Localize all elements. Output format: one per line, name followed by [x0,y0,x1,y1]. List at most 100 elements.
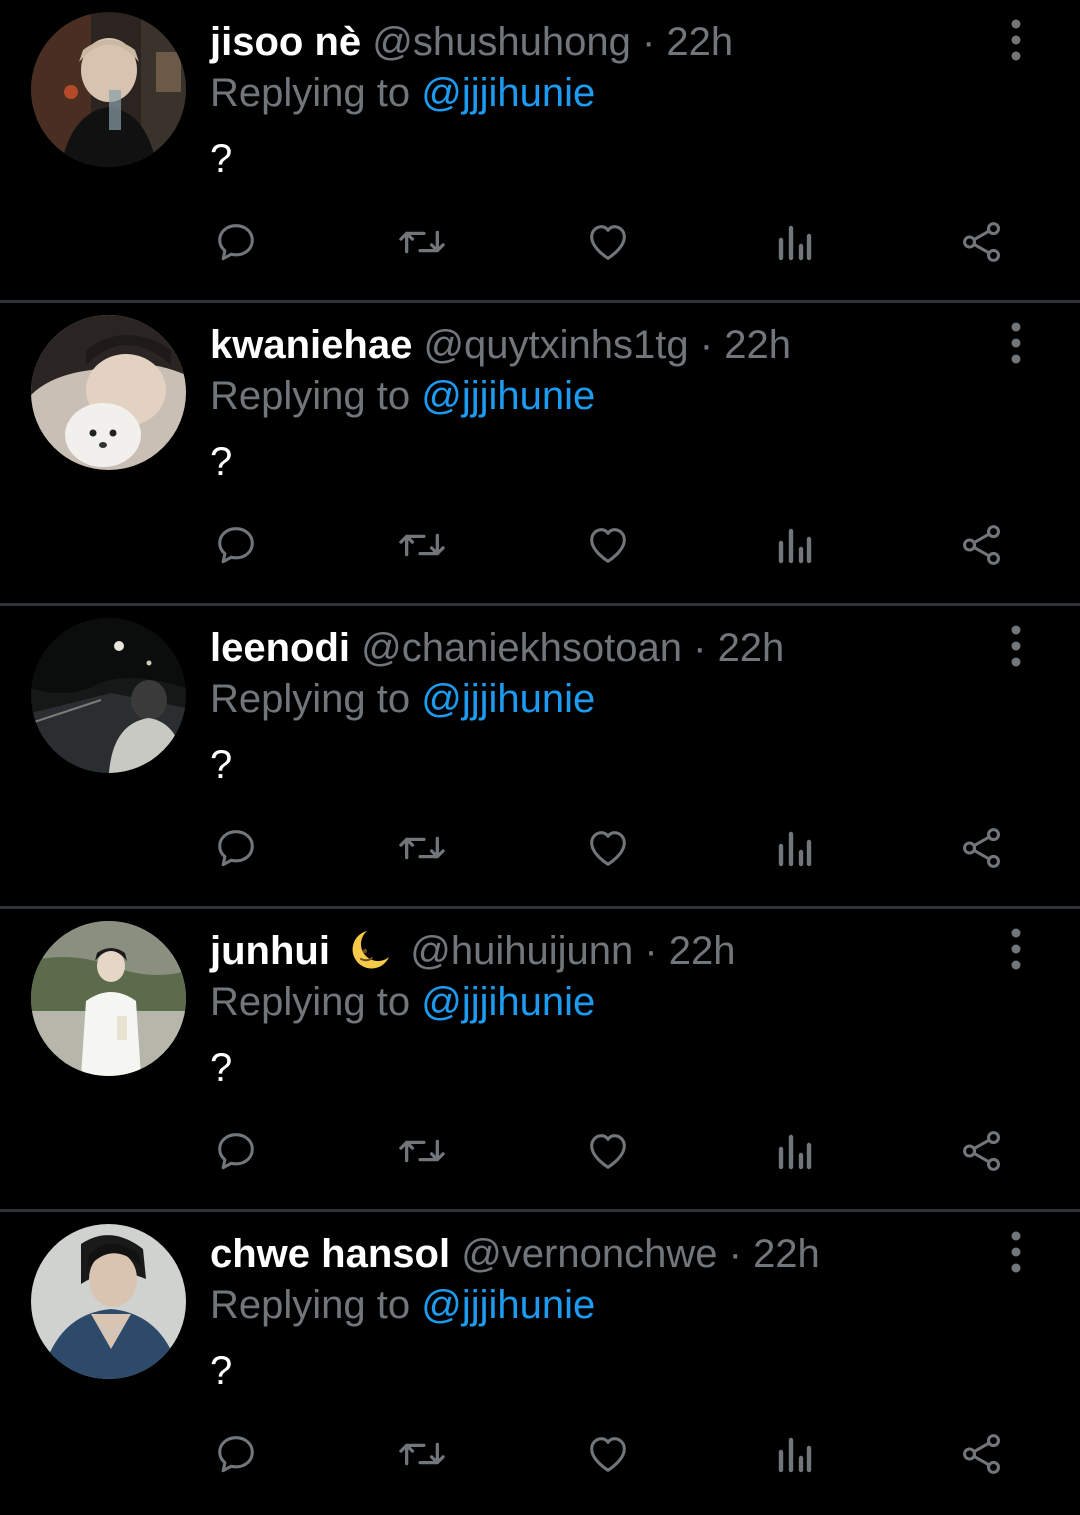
more-vertical-icon [1011,625,1021,667]
replying-to-label: Replying to [210,1283,411,1327]
replying-to-label: Replying to [210,71,411,115]
user-handle[interactable]: @chaniekhsotoan [361,626,682,670]
more-options-button[interactable] [996,1228,1036,1276]
retweet-button[interactable] [397,1429,447,1479]
share-icon [963,1131,1001,1171]
retweet-button[interactable] [397,823,447,873]
tweet-item[interactable]: chwe hansol @vernonchwe · 22h Replying t… [0,1212,1080,1515]
timestamp[interactable]: 22h [724,323,791,367]
views-button[interactable] [770,823,820,873]
retweet-icon [399,533,445,557]
reply-feed: jisoo nè @shushuhong · 22h Replying to @… [0,0,1080,1492]
timestamp[interactable]: 22h [669,929,736,973]
tweet-item[interactable]: junhui @huihuijunn · 22h Replying to @jj… [0,909,1080,1212]
views-button[interactable] [770,1429,820,1479]
views-icon [778,528,812,564]
views-icon [778,225,812,261]
display-name[interactable]: junhui [210,929,330,973]
views-button[interactable] [770,520,820,570]
avatar-photo [31,315,186,470]
reply-mention-link[interactable]: @jjjihunie [421,374,595,418]
display-name[interactable]: kwaniehae [210,323,412,367]
tweet-header: jisoo nè @shushuhong · 22h [210,16,733,68]
user-handle[interactable]: @shushuhong [372,20,631,64]
like-button[interactable] [583,823,633,873]
tweet-header: leenodi @chaniekhsotoan · 22h [210,622,784,674]
views-button[interactable] [770,1126,820,1176]
like-button[interactable] [583,217,633,267]
retweet-button[interactable] [397,520,447,570]
action-bar [0,217,1080,267]
action-bar [0,1429,1080,1479]
timestamp[interactable]: 22h [753,1232,820,1276]
share-button[interactable] [957,823,1007,873]
reply-mention-link[interactable]: @jjjihunie [421,71,595,115]
reply-button[interactable] [211,1429,261,1479]
more-options-button[interactable] [996,925,1036,973]
reply-button[interactable] [211,1126,261,1176]
avatar[interactable] [31,921,186,1076]
more-options-button[interactable] [996,622,1036,670]
action-bar [0,520,1080,570]
reply-mention-link[interactable]: @jjjihunie [421,1283,595,1327]
action-bar [0,823,1080,873]
avatar-photo [31,1224,186,1379]
replying-to-label: Replying to [210,677,411,721]
user-handle[interactable]: @huihuijunn [410,929,633,973]
reply-button[interactable] [211,520,261,570]
avatar[interactable] [31,315,186,470]
retweet-icon [399,1139,445,1163]
share-button[interactable] [957,1126,1007,1176]
retweet-icon [399,230,445,254]
avatar-photo [31,12,186,167]
reply-mention-link[interactable]: @jjjihunie [421,980,595,1024]
views-button[interactable] [770,217,820,267]
reply-icon [218,224,254,261]
avatar[interactable] [31,618,186,773]
display-name[interactable]: leenodi [210,626,350,670]
like-button[interactable] [583,1429,633,1479]
replying-to-label: Replying to [210,980,411,1024]
heart-icon [590,831,626,866]
display-name[interactable]: chwe hansol [210,1232,450,1276]
timestamp[interactable]: 22h [666,20,733,64]
reply-icon [218,1133,254,1170]
tweet-item[interactable]: leenodi @chaniekhsotoan · 22h Replying t… [0,606,1080,909]
tweet-item[interactable]: kwaniehae @quytxinhs1tg · 22h Replying t… [0,303,1080,606]
reply-button[interactable] [211,217,261,267]
replying-to: Replying to @jjjihunie [210,673,595,725]
like-button[interactable] [583,520,633,570]
reply-icon [218,1436,254,1473]
reply-mention-link[interactable]: @jjjihunie [421,677,595,721]
retweet-button[interactable] [397,1126,447,1176]
user-handle[interactable]: @quytxinhs1tg [423,323,688,367]
avatar[interactable] [31,12,186,167]
tweet-item[interactable]: jisoo nè @shushuhong · 22h Replying to @… [0,0,1080,303]
user-handle[interactable]: @vernonchwe [461,1232,717,1276]
reply-button[interactable] [211,823,261,873]
replying-to-label: Replying to [210,374,411,418]
share-button[interactable] [957,520,1007,570]
separator-dot: · [728,1232,742,1276]
like-button[interactable] [583,1126,633,1176]
more-options-button[interactable] [996,319,1036,367]
tweet-text: ? [210,440,233,484]
action-bar [0,1126,1080,1176]
tweet-text: ? [210,743,233,787]
share-icon [963,222,1001,262]
more-options-button[interactable] [996,16,1036,64]
share-button[interactable] [957,217,1007,267]
tweet-header: junhui @huihuijunn · 22h [210,925,736,977]
reply-icon [218,527,254,564]
separator-dot: · [699,323,714,367]
replying-to: Replying to @jjjihunie [210,976,595,1028]
avatar[interactable] [31,1224,186,1379]
retweet-icon [399,1442,445,1466]
retweet-button[interactable] [397,217,447,267]
share-icon [963,828,1001,868]
display-name[interactable]: jisoo nè [210,20,361,64]
share-button[interactable] [957,1429,1007,1479]
replying-to: Replying to @jjjihunie [210,1279,595,1331]
timestamp[interactable]: 22h [718,626,785,670]
tweet-header: kwaniehae @quytxinhs1tg · 22h [210,319,791,371]
